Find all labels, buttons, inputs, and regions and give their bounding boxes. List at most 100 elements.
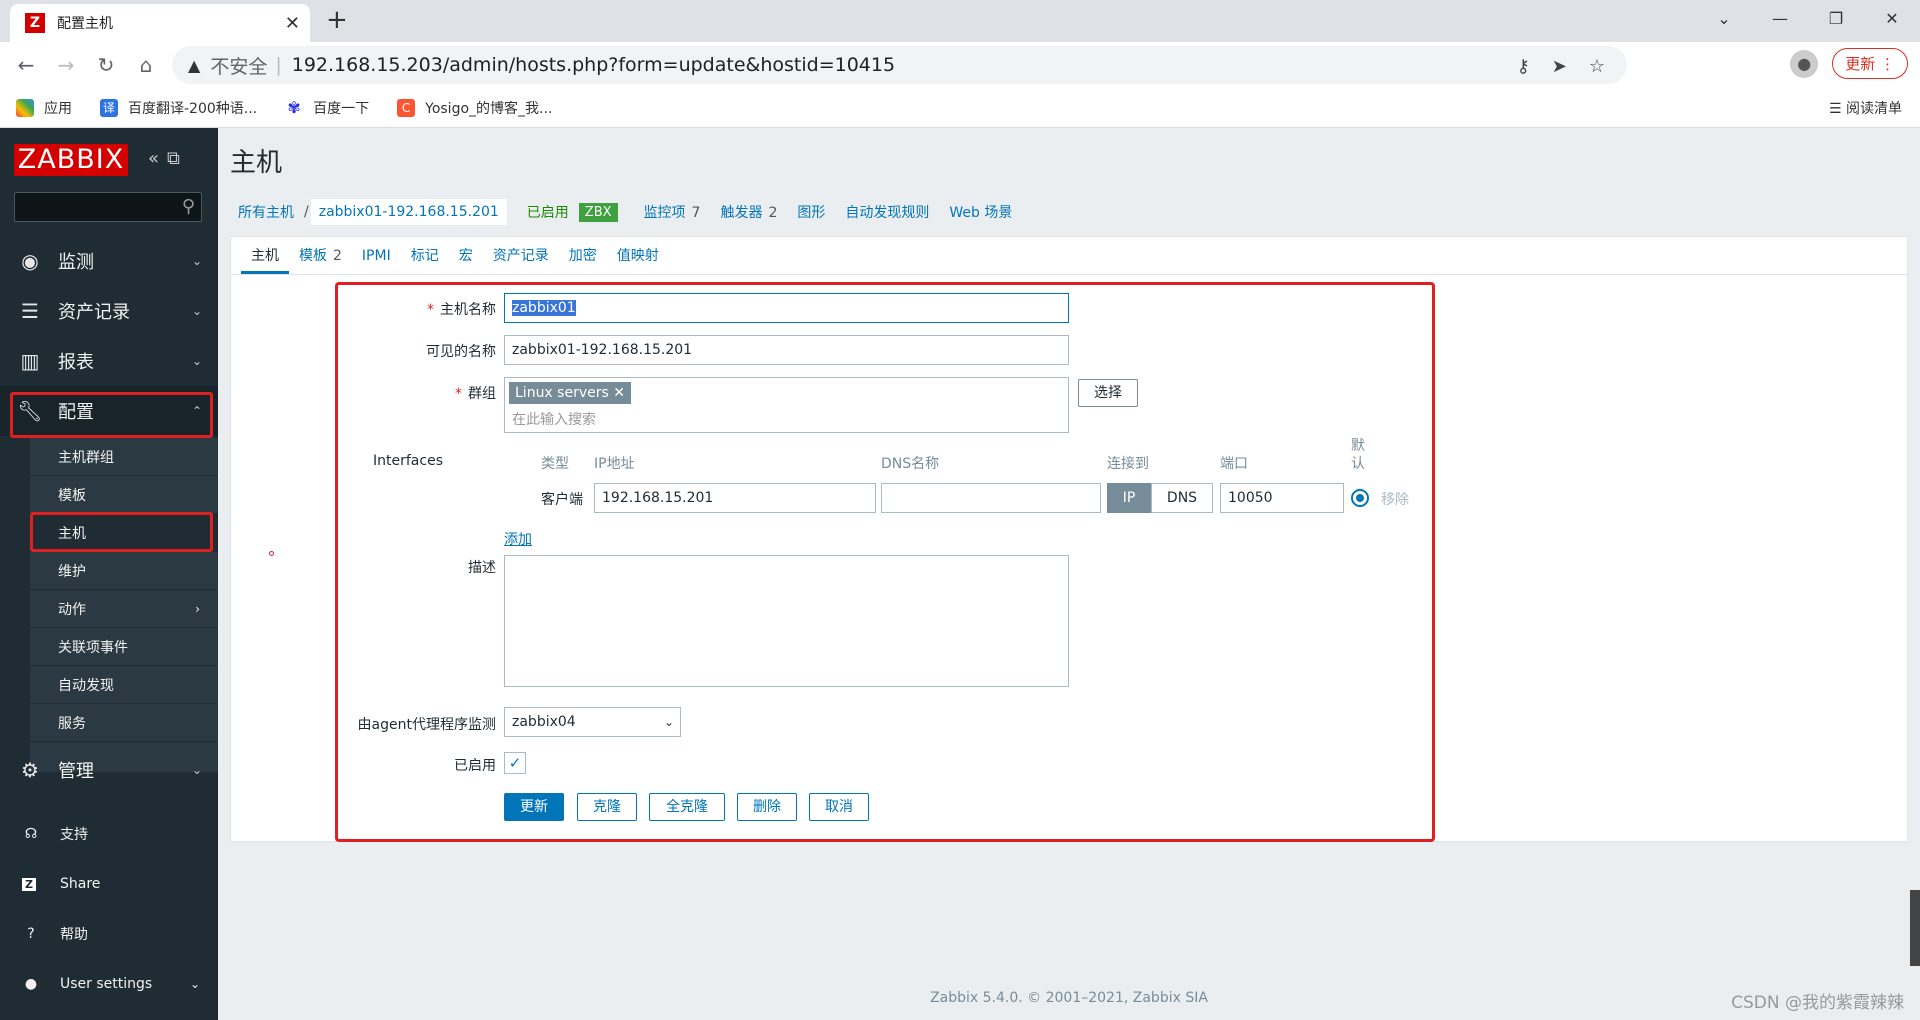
- url-text: 192.168.15.203/admin/hosts.php?form=upda…: [291, 54, 896, 76]
- browser-tab-bar: Z 配置主机 ✕ + ⌄ — ❐ ✕: [0, 0, 1920, 42]
- page-scroll-indicator: [1910, 890, 1920, 966]
- address-bar[interactable]: ▲ 不安全 | 192.168.15.203/admin/hosts.php?f…: [172, 46, 1627, 84]
- breadcrumb: 所有主机 / zabbix01-192.168.15.201 已启用 ZBX 监…: [230, 196, 1032, 228]
- link-items[interactable]: 监控项 7: [644, 202, 701, 222]
- tab-ipmi[interactable]: IPMI: [352, 237, 401, 274]
- chevron-down-icon: ⌄: [191, 763, 202, 777]
- bookmark-baidu-translate[interactable]: 译百度翻译-200种语...: [100, 98, 257, 118]
- submenu-host-groups[interactable]: 主机群组: [30, 438, 218, 476]
- apps-grid-icon: [16, 98, 34, 117]
- bookmark-csdn[interactable]: C Yosigo_的博客_我...: [397, 98, 552, 118]
- tab-tags[interactable]: 标记: [401, 237, 449, 274]
- menu-support[interactable]: ☊ 支持: [0, 811, 218, 857]
- chevron-down-icon: ⌄: [191, 354, 202, 368]
- gear-icon: ⚙: [21, 758, 39, 782]
- chart-icon: ▥: [20, 349, 40, 373]
- tab-encryption[interactable]: 加密: [559, 237, 607, 274]
- submenu-templates[interactable]: 模板: [30, 476, 218, 514]
- submenu-correlation[interactable]: 关联项事件: [30, 628, 218, 666]
- tab-value-mapping[interactable]: 值映射: [607, 237, 669, 274]
- tab-macros[interactable]: 宏: [449, 237, 483, 274]
- browser-tab[interactable]: Z 配置主机 ✕: [10, 4, 310, 42]
- highlight-config: [10, 392, 213, 438]
- submenu-actions[interactable]: 动作 ›: [30, 590, 218, 628]
- page-title: 主机: [230, 148, 283, 178]
- highlight-hosts: [30, 512, 213, 552]
- link-graphs[interactable]: 图形: [797, 202, 825, 222]
- translate-icon: 译: [100, 98, 118, 117]
- collapse-sidebar-icon[interactable]: «: [148, 148, 167, 169]
- home-icon[interactable]: ⌂: [126, 53, 166, 77]
- submenu-maintenance[interactable]: 维护: [30, 552, 218, 590]
- tab-host[interactable]: 主机: [241, 237, 289, 274]
- tab-search-icon[interactable]: ⌄: [1696, 0, 1752, 38]
- menu-reports[interactable]: ▥ 报表 ⌄: [0, 336, 218, 386]
- footer: Zabbix 5.4.0. © 2001–2021, Zabbix SIA: [930, 990, 1208, 1006]
- reload-icon[interactable]: ↻: [86, 53, 126, 77]
- watermark: CSDN @我的紫霞辣辣: [1731, 993, 1904, 1013]
- kiosk-mode-icon[interactable]: ⧉: [167, 148, 188, 169]
- menu-administration[interactable]: ⚙ 管理 ⌄: [0, 745, 218, 795]
- csdn-icon: C: [397, 98, 416, 117]
- update-browser-button[interactable]: 更新 ⋮: [1832, 48, 1908, 79]
- breadcrumb-host[interactable]: zabbix01-192.168.15.201: [310, 199, 507, 225]
- host-form-panel: 主机 模板 2 IPMI 标记 宏 资产记录 加密 值映射 * 主机名称 zabbi…: [230, 236, 1908, 842]
- sidebar-search-input[interactable]: ⚲: [14, 192, 202, 222]
- new-tab-icon[interactable]: +: [326, 7, 348, 33]
- menu-help[interactable]: ? 帮助: [0, 911, 218, 957]
- highlight-form: [335, 282, 1435, 842]
- close-window-icon[interactable]: ✕: [1864, 0, 1920, 38]
- tab-title: 配置主机: [57, 16, 113, 32]
- chevron-right-icon: ›: [195, 601, 200, 616]
- window-controls: ⌄ — ❐ ✕: [1696, 0, 1920, 38]
- tab-inventory[interactable]: 资产记录: [483, 237, 559, 274]
- link-triggers[interactable]: 触发器 2: [720, 202, 777, 222]
- send-icon[interactable]: ➤: [1552, 56, 1567, 77]
- submenu-services[interactable]: 服务: [30, 704, 218, 742]
- menu-inventory[interactable]: ☰ 资产记录 ⌄: [0, 286, 218, 336]
- share-icon: Z: [22, 877, 36, 891]
- headset-icon: ☊: [24, 826, 38, 842]
- submenu-discovery[interactable]: 自动发现: [30, 666, 218, 704]
- bookmark-apps[interactable]: 应用: [16, 98, 72, 118]
- menu-monitoring[interactable]: ◉ 监测 ⌄: [0, 236, 218, 286]
- profile-avatar-icon[interactable]: ●: [1790, 49, 1819, 78]
- host-status: 已启用: [526, 205, 569, 221]
- zabbix-sia-link[interactable]: Zabbix SIA: [1133, 990, 1208, 1006]
- zabbix-favicon-icon: Z: [25, 13, 45, 33]
- key-icon[interactable]: ⚷: [1517, 56, 1530, 77]
- search-icon[interactable]: ⚲: [182, 196, 195, 217]
- insecure-label: 不安全: [210, 55, 268, 78]
- menu-user-settings[interactable]: ● User settings ⌄: [0, 961, 218, 1007]
- bookmark-baidu[interactable]: ✾ 百度一下: [285, 98, 369, 118]
- zabbix-logo[interactable]: ZABBIX: [14, 144, 128, 176]
- chevron-down-icon: ⌄: [191, 254, 202, 268]
- menu-share[interactable]: Z Share: [0, 861, 218, 907]
- eye-icon: ◉: [21, 249, 39, 273]
- sidebar: ZABBIX «⧉ ⚲ ◉ 监测 ⌄ ☰ 资产记录 ⌄ ▥ 报表 ⌄ 🔧︎ 配置 ⌃ 主机群组 …: [0, 128, 218, 1020]
- link-discovery-rules[interactable]: 自动发现规则: [845, 202, 929, 222]
- red-dot-marker: [269, 551, 274, 556]
- zbx-availability-badge: ZBX: [578, 202, 618, 222]
- warning-icon[interactable]: ▲: [188, 56, 200, 75]
- chevron-down-icon: ⌄: [189, 977, 200, 991]
- link-web-scenarios[interactable]: Web 场景: [949, 202, 1012, 222]
- close-tab-icon[interactable]: ✕: [285, 13, 300, 34]
- help-icon: ?: [27, 926, 35, 942]
- breadcrumb-all-hosts[interactable]: 所有主机: [230, 198, 302, 226]
- reading-list[interactable]: ☰ 阅读清单: [1829, 98, 1902, 118]
- bookmarks-bar: 应用 译百度翻译-200种语... ✾ 百度一下 C Yosigo_的博客_我...…: [0, 88, 1920, 128]
- restore-icon[interactable]: ❐: [1808, 0, 1864, 38]
- tab-templates[interactable]: 模板 2: [289, 237, 352, 274]
- forward-icon[interactable]: →: [46, 53, 86, 77]
- back-icon[interactable]: ←: [6, 53, 46, 77]
- star-icon[interactable]: ☆: [1589, 56, 1605, 77]
- user-icon: ●: [24, 976, 38, 992]
- address-bar-row: ← → ↻ ⌂ ▲ 不安全 | 192.168.15.203/admin/hos…: [0, 42, 1920, 88]
- list-icon: ☰: [21, 299, 39, 323]
- minimize-icon[interactable]: —: [1752, 0, 1808, 38]
- form-tabs: 主机 模板 2 IPMI 标记 宏 资产记录 加密 值映射: [231, 237, 1907, 275]
- chevron-down-icon: ⌄: [191, 304, 202, 318]
- baidu-paw-icon: ✾: [285, 98, 304, 117]
- main-content: 主机 所有主机 / zabbix01-192.168.15.201 已启用 ZB…: [218, 128, 1920, 1020]
